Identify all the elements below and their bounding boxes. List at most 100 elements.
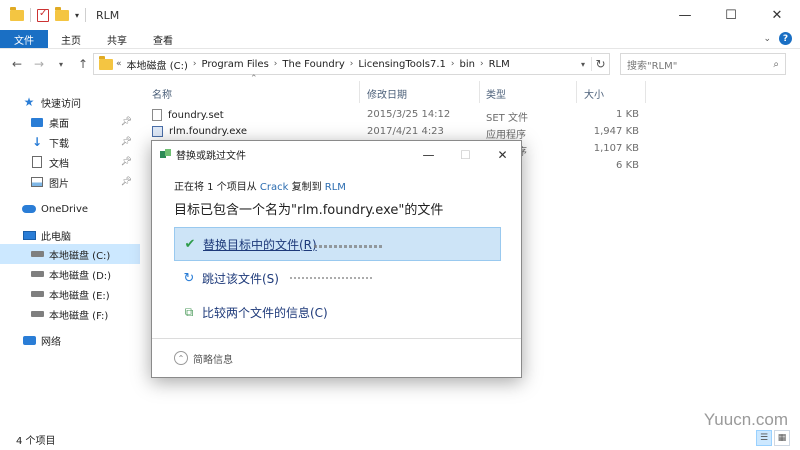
- column-header-type[interactable]: 类型: [486, 83, 506, 103]
- breadcrumb-bin[interactable]: bin: [456, 59, 479, 70]
- expand-ribbon-icon[interactable]: ⌄: [763, 34, 771, 44]
- sidebar-item-quick-access[interactable]: ★ 快速访问: [22, 92, 81, 112]
- search-input[interactable]: 搜索"RLM" ⌕: [620, 53, 786, 75]
- tab-share[interactable]: 共享: [94, 30, 140, 48]
- file-date: 2015/3/25 14:12: [367, 109, 451, 120]
- cloud-icon: [22, 205, 36, 213]
- sidebar-item-desktop[interactable]: 桌面 📌︎: [30, 112, 140, 132]
- fewer-details-link[interactable]: 简略信息: [193, 351, 233, 366]
- help-icon[interactable]: ?: [779, 32, 792, 45]
- up-icon[interactable]: ↑: [72, 57, 94, 71]
- sidebar-item-downloads[interactable]: ↓ 下载 📌︎: [30, 132, 140, 152]
- file-name: foundry.set: [168, 109, 224, 121]
- dialog-heading: 目标已包含一个名为"rlm.foundry.exe"的文件: [174, 203, 444, 218]
- source-folder-link[interactable]: Crack: [260, 182, 289, 193]
- copy-middle: 复制到: [288, 182, 325, 193]
- pin-icon[interactable]: 📌︎: [121, 137, 132, 147]
- title-bar: ▾ RLM — ☐ ✕: [0, 0, 800, 30]
- breadcrumb-the-foundry[interactable]: The Foundry: [278, 59, 348, 70]
- application-icon: [152, 126, 163, 137]
- column-divider[interactable]: [576, 81, 577, 103]
- back-icon[interactable]: ←: [6, 57, 28, 71]
- breadcrumb-drive[interactable]: 本地磁盘 (C:): [123, 57, 192, 72]
- column-divider[interactable]: [645, 81, 646, 103]
- tab-view[interactable]: 查看: [140, 30, 186, 48]
- maximize-button: ☐: [460, 147, 471, 162]
- refresh-icon[interactable]: ↻: [591, 57, 609, 71]
- replace-file-option[interactable]: ✔ 替换目标中的文件(R): [174, 227, 501, 261]
- forward-icon[interactable]: →: [28, 57, 50, 71]
- drive-icon: [30, 311, 44, 317]
- ribbon-tabs: 文件 主页 共享 查看 ⌄ ?: [0, 30, 800, 49]
- tab-file[interactable]: 文件: [0, 30, 48, 48]
- column-header-size[interactable]: 大小: [584, 83, 604, 103]
- watermark: Yuucn.com: [703, 410, 788, 429]
- column-header-name[interactable]: 名称: [152, 83, 172, 103]
- recent-locations-icon[interactable]: ▾: [50, 60, 72, 69]
- column-divider[interactable]: [359, 81, 360, 103]
- column-divider[interactable]: [479, 81, 480, 103]
- sidebar-item-label: OneDrive: [41, 203, 89, 215]
- large-icons-view-icon[interactable]: ▦: [774, 430, 790, 446]
- breadcrumb-program-files[interactable]: Program Files: [197, 59, 272, 70]
- star-icon: ★: [23, 95, 35, 109]
- option-label: 比较两个文件的信息(C): [202, 305, 328, 320]
- overflow-icon[interactable]: «: [115, 59, 123, 69]
- computer-icon: [22, 230, 36, 240]
- breadcrumb-rlm[interactable]: RLM: [485, 59, 514, 70]
- pin-icon[interactable]: 📌︎: [121, 177, 132, 187]
- sidebar-item-documents[interactable]: 文档 📌︎: [30, 152, 140, 172]
- status-bar: 4 个项目 ☰ ▦: [0, 428, 800, 450]
- file-size: 1 KB: [616, 109, 639, 120]
- sidebar-item-pictures[interactable]: 图片 📌︎: [30, 172, 140, 192]
- address-dropdown-icon[interactable]: ▾: [575, 60, 591, 69]
- sidebar-item-drive-c[interactable]: 本地磁盘 (C:): [0, 244, 140, 264]
- close-button[interactable]: ✕: [754, 0, 800, 30]
- column-header-date[interactable]: 修改日期: [367, 83, 407, 103]
- file-icon: [152, 109, 162, 121]
- customize-toolbar-icon[interactable]: ▾: [75, 11, 79, 20]
- destination-folder-link[interactable]: RLM: [325, 182, 346, 193]
- skip-icon: ↻: [183, 270, 195, 286]
- minimize-button[interactable]: —: [410, 141, 447, 168]
- dialog-footer: ⌃ 简略信息: [152, 338, 521, 377]
- sidebar-item-label: 此电脑: [41, 231, 71, 243]
- new-folder-icon[interactable]: [55, 6, 69, 21]
- redaction-mark: [290, 277, 372, 279]
- minimize-button[interactable]: —: [662, 0, 708, 30]
- file-name: rlm.foundry.exe: [169, 126, 247, 137]
- pin-icon[interactable]: 📌︎: [121, 117, 132, 127]
- properties-icon[interactable]: [37, 8, 49, 22]
- collapse-details-icon[interactable]: ⌃: [174, 351, 188, 365]
- network-icon: [22, 335, 36, 345]
- tab-home[interactable]: 主页: [48, 30, 94, 48]
- sidebar-item-this-pc[interactable]: 此电脑: [22, 225, 71, 245]
- maximize-button[interactable]: ☐: [708, 0, 754, 30]
- divider: [85, 8, 87, 22]
- close-button[interactable]: ✕: [484, 141, 521, 168]
- sidebar-item-network[interactable]: 网络: [22, 330, 61, 350]
- sidebar-item-drive-f[interactable]: 本地磁盘 (F:): [30, 304, 108, 324]
- breadcrumb-licensingtools[interactable]: LicensingTools7.1: [354, 59, 450, 70]
- address-bar[interactable]: « 本地磁盘 (C:) › Program Files › The Foundr…: [93, 53, 610, 75]
- sidebar-item-onedrive[interactable]: OneDrive: [22, 199, 88, 219]
- sidebar-item-drive-e[interactable]: 本地磁盘 (E:): [30, 284, 110, 304]
- option-label: 替换目标中的文件(R): [203, 237, 317, 252]
- search-placeholder: 搜索"RLM": [627, 60, 678, 72]
- details-view-icon[interactable]: ☰: [756, 430, 772, 446]
- check-icon: ✔: [184, 236, 196, 252]
- window-title: RLM: [96, 8, 120, 22]
- table-row[interactable]: foundry.set 2015/3/25 14:12 SET 文件 1 KB: [145, 107, 645, 125]
- compare-files-option[interactable]: ⧉ 比较两个文件的信息(C): [174, 295, 501, 329]
- copy-prefix: 正在将 1 个项目从: [174, 182, 260, 193]
- desktop-icon: [31, 117, 43, 127]
- sidebar-item-label: 下载: [49, 138, 69, 150]
- sidebar-item-label: 本地磁盘 (C:): [49, 250, 111, 262]
- sidebar-item-label: 网络: [41, 336, 61, 348]
- pin-icon[interactable]: 📌︎: [121, 157, 132, 167]
- item-count: 4 个项目: [16, 435, 56, 447]
- sidebar-item-drive-d[interactable]: 本地磁盘 (D:): [30, 264, 111, 284]
- option-label: 跳过该文件(S): [202, 271, 279, 286]
- quick-access-toolbar: ▾: [10, 6, 87, 22]
- navigation-pane: ★ 快速访问 桌面 📌︎ ↓ 下载 📌︎ 文档 📌︎ 图片 📌︎ OneDriv…: [0, 88, 145, 426]
